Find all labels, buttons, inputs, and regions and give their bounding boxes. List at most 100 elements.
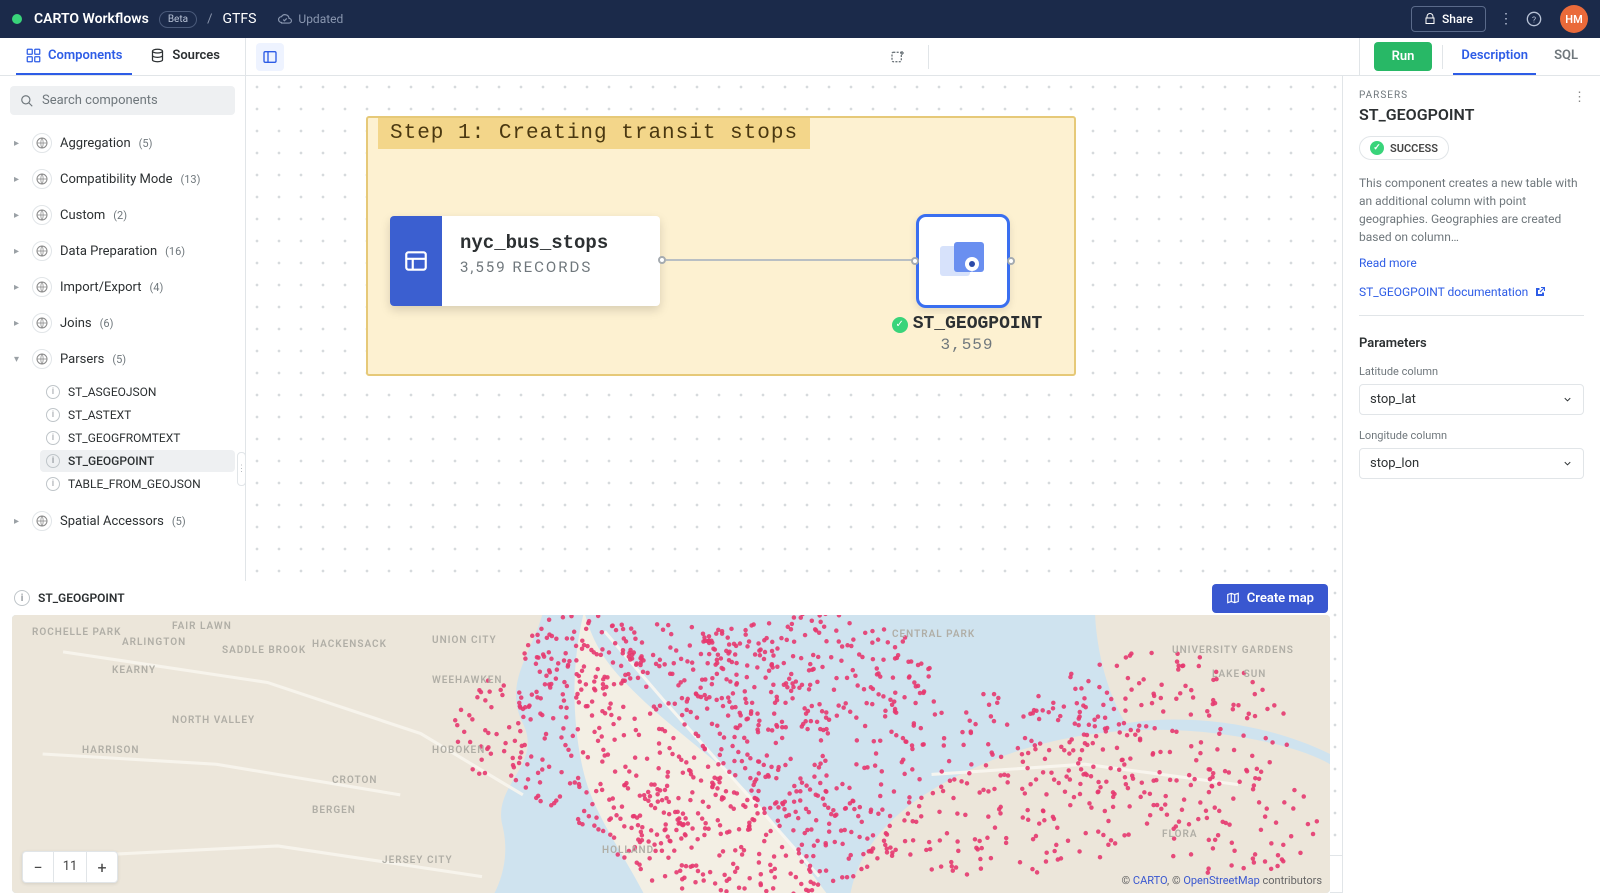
chevron-down-icon: ▾ <box>14 354 24 365</box>
status-badge: ✓ SUCCESS <box>1359 136 1449 160</box>
map-label: WEEHAWKEN <box>432 675 502 686</box>
map-zoom-controls: − 11 + <box>22 851 118 883</box>
lat-select[interactable]: stop_lat <box>1359 384 1584 415</box>
globe-icon <box>32 169 52 189</box>
share-button[interactable]: Share <box>1411 6 1486 32</box>
sidebar-category[interactable]: ▸Aggregation (5) <box>10 127 235 159</box>
sidebar-item[interactable]: iST_GEOGPOINT <box>40 450 235 472</box>
sidebar-category[interactable]: ▸Compatibility Mode (13) <box>10 163 235 195</box>
map-viewport[interactable]: ROCHELLE PARK FAIR LAWN SADDLE BROOK HAC… <box>12 615 1330 893</box>
category-name: Import/Export <box>60 280 142 295</box>
chevron-right-icon: ▸ <box>14 282 24 293</box>
output-port[interactable] <box>1007 257 1015 265</box>
map-label: HACKENSACK <box>312 639 387 650</box>
toolbar-right: Run Description SQL <box>1360 38 1600 75</box>
read-more-link[interactable]: Read more <box>1359 256 1417 270</box>
success-badge-icon: ✓ <box>892 317 908 333</box>
chevron-right-icon: ▸ <box>14 318 24 329</box>
output-port[interactable] <box>658 256 666 264</box>
help-button[interactable]: ? <box>1526 11 1546 27</box>
sidebar-item[interactable]: iTABLE_FROM_GEOJSON <box>40 473 235 495</box>
sidebar-item[interactable]: iST_ASTEXT <box>40 404 235 426</box>
lon-select[interactable]: stop_lon <box>1359 448 1584 479</box>
lon-field-label: Longitude column <box>1359 429 1584 442</box>
map-label: FAIR LAWN <box>172 621 232 632</box>
components-icon <box>26 48 41 63</box>
map-zoom-out-button[interactable]: − <box>23 852 53 882</box>
doc-link[interactable]: ST_GEOGPOINT documentation <box>1359 285 1584 299</box>
rp-title: ST_GEOGPOINT <box>1359 105 1584 124</box>
map-panel-title: i ST_GEOGPOINT <box>14 590 125 606</box>
category-count: (16) <box>165 245 185 258</box>
toolbar: Components Sources Run Description SQL <box>0 38 1600 76</box>
map-label: ARLINGTON <box>122 637 186 648</box>
breadcrumb[interactable]: GTFS <box>222 11 256 27</box>
category-count: (13) <box>180 173 200 186</box>
add-frame-button[interactable] <box>884 43 912 71</box>
right-tab-description[interactable]: Description <box>1453 38 1536 75</box>
sidebar-category[interactable]: ▸ Import/Export (4) <box>10 271 235 303</box>
group-title[interactable]: Step 1: Creating transit stops <box>378 118 810 149</box>
globe-icon <box>32 241 52 261</box>
category-name: Custom <box>60 208 105 223</box>
info-icon: i <box>46 408 60 422</box>
globe-icon <box>32 349 52 369</box>
tab-components[interactable]: Components <box>16 38 132 75</box>
svg-text:?: ? <box>1532 15 1536 25</box>
category-name: Aggregation <box>60 136 131 151</box>
sidebar-item[interactable]: iST_GEOGFROMTEXT <box>40 427 235 449</box>
toolbar-mid <box>246 38 1360 75</box>
attribution-carto-link[interactable]: CARTO <box>1133 874 1167 887</box>
search-input[interactable]: Search components <box>10 86 235 115</box>
globe-icon <box>32 277 52 297</box>
map-zoom-in-button[interactable]: + <box>87 852 117 882</box>
sidebar-category[interactable]: ▸Data Preparation (16) <box>10 235 235 267</box>
sidebar-resize-handle[interactable]: ⋮ <box>237 452 246 486</box>
map-label: FLORA <box>1162 829 1198 840</box>
category-count: (2) <box>113 209 127 222</box>
right-tab-sql[interactable]: SQL <box>1546 38 1586 75</box>
map-label: KEARNY <box>112 665 156 676</box>
category-name: Parsers <box>60 352 104 367</box>
category-count: (4) <box>150 281 164 294</box>
right-panel-kebab[interactable]: ⋮ <box>1573 90 1586 105</box>
globe-icon <box>32 313 52 333</box>
right-panel: ⋮ PARSERS ST_GEOGPOINT ✓ SUCCESS This co… <box>1342 76 1600 893</box>
edge <box>666 259 922 261</box>
chevron-down-icon <box>1562 458 1573 469</box>
category-name: Spatial Accessors <box>60 514 164 529</box>
component-node[interactable] <box>916 214 1010 308</box>
create-map-button[interactable]: Create map <box>1212 584 1328 613</box>
sidebar-category[interactable]: ▾Parsers (5) <box>10 343 235 375</box>
avatar[interactable]: HM <box>1560 5 1588 33</box>
chevron-right-icon: ▸ <box>14 210 24 221</box>
map-label: ROCHELLE PARK <box>32 627 121 638</box>
sidebar-category[interactable]: ▸ Custom (2) <box>10 199 235 231</box>
run-button[interactable]: Run <box>1374 42 1433 71</box>
source-node-subtitle: 3,559 RECORDS <box>460 258 642 276</box>
globe-icon <box>32 205 52 225</box>
attribution-osm-link[interactable]: OpenStreetMap <box>1183 874 1259 887</box>
map-label: UNIVERSITY GARDENS <box>1172 645 1294 656</box>
map-label: HOBOKEN <box>432 745 485 756</box>
sidebar-category[interactable]: ▸Spatial Accessors (5) <box>10 505 235 537</box>
input-port[interactable] <box>911 257 919 265</box>
globe-icon <box>32 133 52 153</box>
tab-sources[interactable]: Sources <box>140 38 230 75</box>
sidebar-item[interactable]: iST_ASGEOJSON <box>40 381 235 403</box>
toggle-sidebar-button[interactable] <box>256 43 284 71</box>
geogpoint-icon <box>940 242 986 280</box>
map-zoom-level: 11 <box>53 852 87 882</box>
kebab-menu-button[interactable]: ⋮ <box>1496 11 1516 27</box>
map-attribution: © CARTO, © OpenStreetMap contributors <box>1122 874 1322 887</box>
sidebar-item-label: ST_GEOGPOINT <box>68 454 154 468</box>
chevron-right-icon: ▸ <box>14 516 24 527</box>
app-title: CARTO Workflows <box>34 11 149 27</box>
rp-description: This component creates a new table with … <box>1359 174 1584 246</box>
table-icon <box>390 216 442 306</box>
source-node[interactable]: nyc_bus_stops 3,559 RECORDS <box>390 216 660 306</box>
map-label: JERSEY CITY <box>382 855 453 866</box>
sidebar-category[interactable]: ▸Joins (6) <box>10 307 235 339</box>
globe-icon <box>32 511 52 531</box>
map-panel: i ST_GEOGPOINT Create map <box>12 581 1330 893</box>
